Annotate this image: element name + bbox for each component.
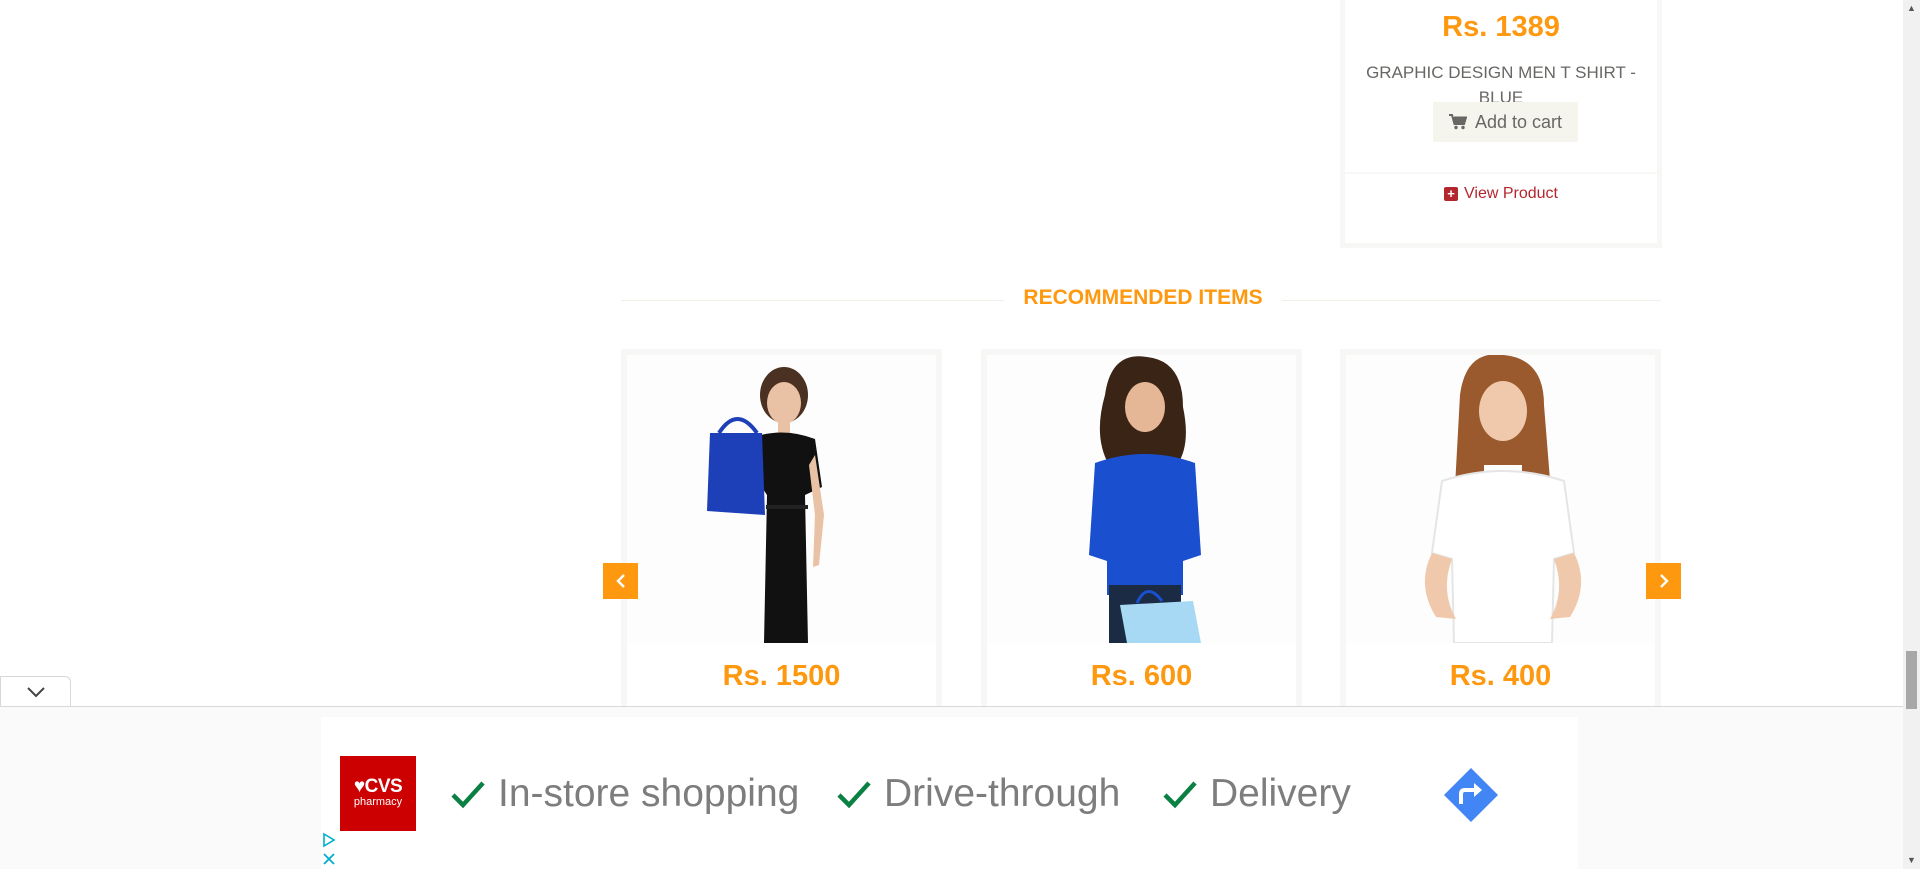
product-image-woman-blue-top[interactable] bbox=[987, 355, 1296, 643]
card-divider bbox=[1345, 172, 1657, 174]
cvs-pharmacy-logo: ♥CVS pharmacy bbox=[340, 756, 416, 831]
chevron-down-icon bbox=[26, 687, 45, 698]
ad-feature: Delivery bbox=[1160, 772, 1351, 816]
recommended-item-price: Rs. 400 bbox=[1449, 660, 1552, 692]
shopping-cart-icon bbox=[1448, 114, 1468, 130]
ad-feature: In-store shopping bbox=[448, 772, 799, 816]
checkmark-icon bbox=[451, 781, 485, 809]
scroll-up-arrow-icon[interactable]: ▲ bbox=[1903, 0, 1920, 17]
recommended-items-title: RECOMMENDED ITEMS bbox=[1023, 286, 1263, 309]
ad-feature-label: Delivery bbox=[1210, 772, 1351, 815]
recommended-item-price: Rs. 600 bbox=[1090, 660, 1193, 692]
view-product-link[interactable]: + View Product bbox=[1345, 185, 1657, 203]
carousel-prev-button[interactable] bbox=[603, 563, 638, 599]
product-card: Rs. 1389 GRAPHIC DESIGN MEN T SHIRT - BL… bbox=[1340, 0, 1662, 248]
checkmark-icon bbox=[1163, 781, 1197, 809]
recommended-item-price: Rs. 1500 bbox=[722, 660, 841, 692]
directions-button[interactable] bbox=[1442, 766, 1500, 824]
close-ad-icon[interactable] bbox=[321, 851, 337, 867]
product-image-woman-white-tshirt[interactable] bbox=[1346, 355, 1655, 644]
ad-feature-label: Drive-through bbox=[884, 772, 1121, 815]
vertical-scrollbar[interactable]: ▲ ▼ bbox=[1903, 0, 1920, 869]
chevron-left-icon bbox=[615, 574, 625, 588]
checkmark-icon bbox=[837, 781, 871, 809]
ad-content[interactable]: ♥CVS pharmacy In-store shopping Drive-th… bbox=[321, 717, 1578, 869]
chevron-right-icon bbox=[1659, 574, 1669, 588]
cvs-logo-subtitle: pharmacy bbox=[353, 796, 403, 808]
adchoices-icon[interactable] bbox=[321, 832, 337, 848]
recommended-item-card: Rs. 400 bbox=[1340, 349, 1661, 719]
directions-icon bbox=[1444, 768, 1498, 822]
ad-collapse-toggle[interactable] bbox=[0, 676, 71, 707]
recommended-item-card: Rs. 1500 bbox=[621, 349, 942, 719]
ad-feature-label: In-store shopping bbox=[498, 772, 800, 815]
product-image-woman-black-dress[interactable] bbox=[627, 355, 936, 643]
view-product-label: View Product bbox=[1464, 185, 1558, 202]
scrollbar-thumb[interactable] bbox=[1906, 651, 1917, 709]
cvs-logo-brand: ♥CVS bbox=[353, 776, 403, 797]
carousel-next-button[interactable] bbox=[1646, 563, 1681, 599]
add-to-cart-label: Add to cart bbox=[1474, 111, 1563, 132]
scroll-down-arrow-icon[interactable]: ▼ bbox=[1903, 852, 1920, 869]
product-price: Rs. 1389 bbox=[1442, 11, 1560, 43]
heading-rule-right bbox=[1282, 300, 1661, 301]
ad-banner: ♥CVS pharmacy In-store shopping Drive-th… bbox=[0, 706, 1903, 869]
plus-square-icon: + bbox=[1444, 187, 1458, 201]
page: Rs. 1389 GRAPHIC DESIGN MEN T SHIRT - BL… bbox=[0, 0, 1920, 869]
ad-feature: Drive-through bbox=[834, 772, 1120, 816]
recommended-item-card: Rs. 600 bbox=[981, 349, 1302, 719]
add-to-cart-button[interactable]: Add to cart bbox=[1433, 102, 1578, 142]
heading-rule-left bbox=[621, 300, 1004, 301]
